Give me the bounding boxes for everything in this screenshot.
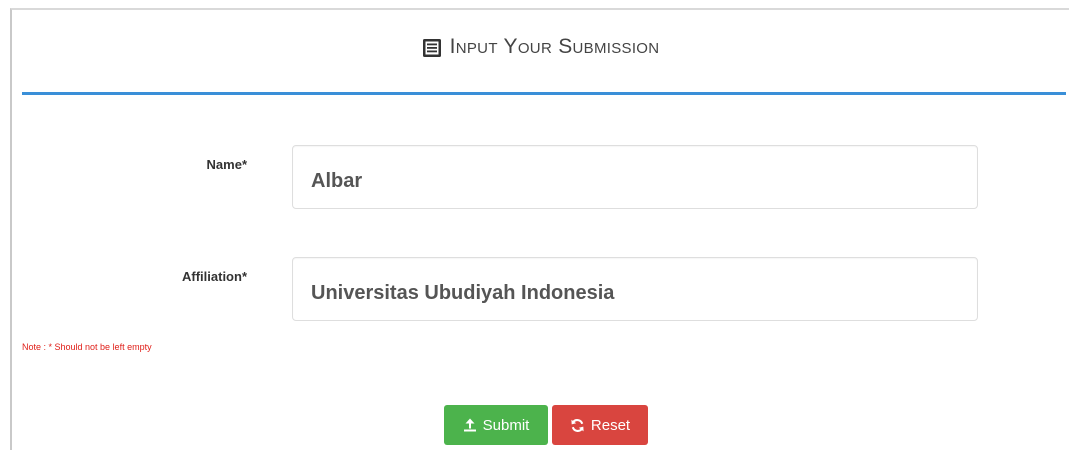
header-divider	[22, 92, 1066, 95]
refresh-icon	[571, 418, 584, 432]
submit-label: Submit	[482, 416, 530, 434]
panel-header: Input Your Submission	[12, 10, 1069, 92]
name-input[interactable]	[292, 145, 978, 209]
affiliation-input[interactable]	[292, 257, 978, 321]
list-icon	[422, 38, 442, 58]
affiliation-label-text: Affiliation	[182, 269, 242, 284]
affiliation-label: Affiliation*	[182, 269, 247, 284]
name-label: Name*	[207, 157, 247, 172]
name-label-text: Name	[206, 157, 242, 172]
submission-panel: Input Your Submission Name* Affiliation*…	[10, 8, 1069, 450]
reset-label: Reset	[590, 416, 631, 434]
required-mark: *	[241, 269, 247, 284]
page-top-strip	[0, 0, 1069, 8]
submit-button[interactable]: Submit	[444, 405, 548, 445]
reset-button[interactable]: Reset	[552, 405, 648, 445]
panel-title: Input Your Submission	[449, 35, 660, 58]
required-note: Note : * Should not be left empty	[22, 342, 152, 352]
required-mark: *	[241, 157, 247, 172]
upload-icon	[463, 418, 476, 432]
